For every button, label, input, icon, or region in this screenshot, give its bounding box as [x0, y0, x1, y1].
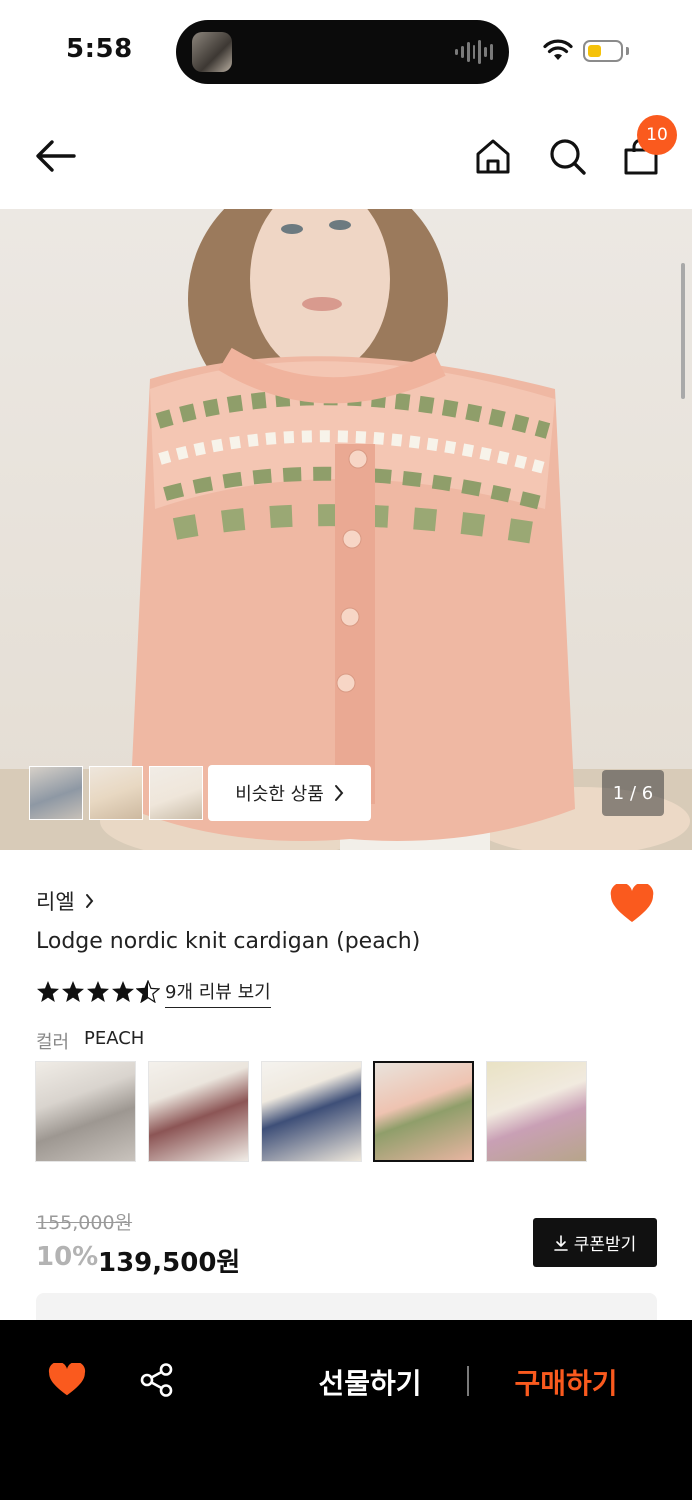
back-arrow-icon[interactable]	[34, 138, 78, 174]
cart-count-badge: 10	[637, 115, 677, 155]
chevron-right-icon	[85, 894, 93, 908]
gift-button[interactable]: 선물하기	[305, 1360, 435, 1404]
wifi-icon	[543, 39, 573, 60]
similar-thumbnail-1[interactable]	[29, 766, 83, 820]
color-value: PEACH	[84, 1028, 145, 1049]
rating-stars	[36, 980, 160, 1003]
bottom-action-bar	[0, 1320, 692, 1500]
home-icon[interactable]	[474, 137, 512, 175]
similar-products-label: 비슷한 상품	[235, 784, 324, 805]
battery-level	[588, 45, 601, 57]
similar-products-button[interactable]: 비슷한 상품	[208, 765, 371, 821]
chevron-right-icon	[334, 785, 344, 801]
status-time: 5:58	[66, 34, 133, 64]
search-icon[interactable]	[548, 137, 588, 177]
sale-price: 139,500원	[98, 1248, 241, 1278]
page-indicator: 1 / 6	[602, 770, 664, 816]
similar-thumbnail-2[interactable]	[89, 766, 143, 820]
download-icon	[553, 1234, 568, 1251]
buy-button[interactable]: 구매하기	[500, 1360, 632, 1404]
star-icon	[112, 981, 134, 1002]
color-swatch-burgundy[interactable]	[148, 1061, 249, 1162]
bottom-divider	[467, 1366, 469, 1396]
like-heart-icon[interactable]	[48, 1363, 86, 1397]
battery-tip	[626, 47, 629, 55]
battery-icon	[583, 40, 623, 62]
coupon-label: 쿠폰받기	[573, 1235, 637, 1255]
coupon-button[interactable]: 쿠폰받기	[533, 1218, 657, 1267]
color-swatch-navy[interactable]	[261, 1061, 362, 1162]
audio-waveform-icon	[455, 40, 494, 64]
color-swatch-peach-selected[interactable]	[373, 1061, 474, 1162]
color-label: 컬러	[36, 1032, 70, 1053]
star-icon	[37, 981, 59, 1002]
brand-name: 리엘	[36, 890, 75, 914]
share-icon[interactable]	[140, 1363, 174, 1397]
star-icon	[87, 981, 109, 1002]
product-image[interactable]	[0, 209, 692, 850]
similar-thumbnail-3[interactable]	[149, 766, 203, 820]
brand-link[interactable]: 리엘	[36, 886, 94, 916]
half-star-icon	[136, 980, 160, 1003]
discount-rate: 10%	[36, 1242, 99, 1272]
star-icon	[62, 981, 84, 1002]
original-price: 155,000원	[36, 1212, 133, 1234]
wishlist-heart-icon[interactable]	[610, 884, 654, 924]
review-link[interactable]: 9개 리뷰 보기	[165, 978, 271, 1008]
dynamic-island[interactable]	[176, 20, 509, 84]
color-swatch-cream[interactable]	[486, 1061, 587, 1162]
product-photo	[0, 209, 692, 850]
color-swatch-gray[interactable]	[35, 1061, 136, 1162]
product-title: Lodge nordic knit cardigan (peach)	[36, 929, 421, 954]
now-playing-artwork	[192, 32, 232, 72]
scroll-indicator[interactable]	[681, 263, 685, 399]
